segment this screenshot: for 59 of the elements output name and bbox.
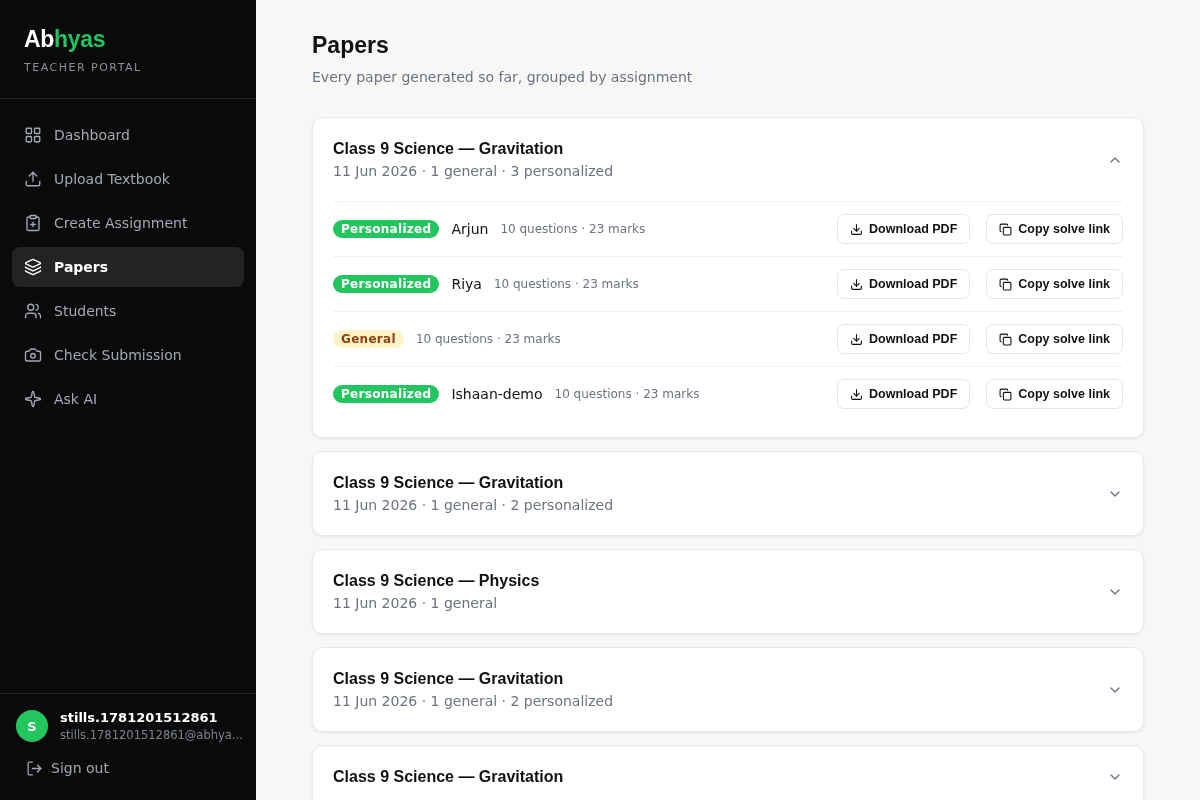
assignment-meta: 11 Jun 2026 · 1 general · 3 personalized	[333, 163, 614, 179]
nav-item[interactable]: Ask AI	[12, 379, 244, 419]
download-icon	[850, 277, 864, 291]
sparkle-icon	[24, 390, 42, 408]
logout-icon	[26, 759, 43, 777]
personalized-badge: Personalized	[333, 385, 440, 403]
assignment-meta: 11 Jun 2026 · 1 general · 2 personalized	[333, 693, 614, 709]
sign-out-button[interactable]: Sign out	[16, 756, 109, 780]
user-email: stills.1781201512861@abhya...	[60, 728, 240, 742]
assignment-title: Class 9 Science — Gravitation	[333, 474, 565, 492]
personalized-badge: Personalized	[333, 275, 440, 293]
copy-icon	[999, 222, 1013, 236]
paper-info: 10 questions · 23 marks	[500, 222, 646, 236]
assignment-title: Class 9 Science — Gravitation	[333, 670, 565, 688]
copy-icon	[999, 277, 1013, 291]
nav-item[interactable]: Upload Textbook	[12, 159, 244, 199]
assignment-meta: 11 Jun 2026 · 1 general	[333, 595, 499, 611]
page-title: Papers	[312, 32, 390, 59]
nav-item[interactable]: Dashboard	[12, 115, 244, 155]
layers-icon	[24, 258, 42, 276]
download-icon	[850, 332, 864, 346]
assignment-meta: 11 Jun 2026 · 1 general · 2 personalized	[333, 497, 614, 513]
upload-icon	[24, 170, 42, 188]
student-name: Riya	[451, 276, 482, 292]
download-pdf-button[interactable]: Download PDF	[837, 269, 971, 299]
assignment-title: Class 9 Science — Gravitation	[333, 768, 564, 786]
users-icon	[24, 302, 42, 320]
copy-link-button[interactable]: Copy solve link	[986, 269, 1123, 299]
nav-item[interactable]: Check Submission	[12, 335, 244, 375]
paper-info: 10 questions · 23 marks	[415, 332, 561, 346]
nav-item[interactable]: Papers	[12, 247, 244, 287]
student-name: Ishaan-demo	[451, 386, 543, 402]
copy-icon	[999, 332, 1013, 346]
clipboard-icon	[24, 214, 42, 232]
user-avatar: S	[16, 710, 48, 742]
page-subtitle: Every paper generated so far, grouped by assignment	[312, 69, 694, 85]
portal-subtitle: TEACHER PORTAL	[24, 61, 143, 74]
copy-link-button[interactable]: Copy solve link	[986, 379, 1123, 409]
user-name: stills.1781201512861	[60, 710, 219, 725]
download-icon	[850, 387, 864, 401]
copy-icon	[999, 387, 1013, 401]
paper-info: 10 questions · 23 marks	[493, 277, 639, 291]
grid-icon	[24, 126, 42, 144]
copy-link-button[interactable]: Copy solve link	[986, 324, 1123, 354]
paper-info: 10 questions · 23 marks	[554, 387, 700, 401]
student-name: Arjun	[451, 221, 489, 237]
nav-item[interactable]: Students	[12, 291, 244, 331]
copy-link-button[interactable]: Copy solve link	[986, 214, 1123, 244]
camera-icon	[24, 346, 42, 364]
assignment-title: Class 9 Science — Physics	[333, 572, 540, 590]
assignment-title: Class 9 Science — Gravitation	[333, 140, 565, 158]
download-pdf-button[interactable]: Download PDF	[837, 324, 971, 354]
personalized-badge: Personalized	[333, 220, 440, 238]
logo: Abhyas	[24, 26, 107, 53]
download-pdf-button[interactable]: Download PDF	[837, 214, 971, 244]
download-icon	[850, 222, 864, 236]
download-pdf-button[interactable]: Download PDF	[837, 379, 971, 409]
general-badge: General	[333, 330, 404, 348]
nav-item[interactable]: Create Assignment	[12, 203, 244, 243]
